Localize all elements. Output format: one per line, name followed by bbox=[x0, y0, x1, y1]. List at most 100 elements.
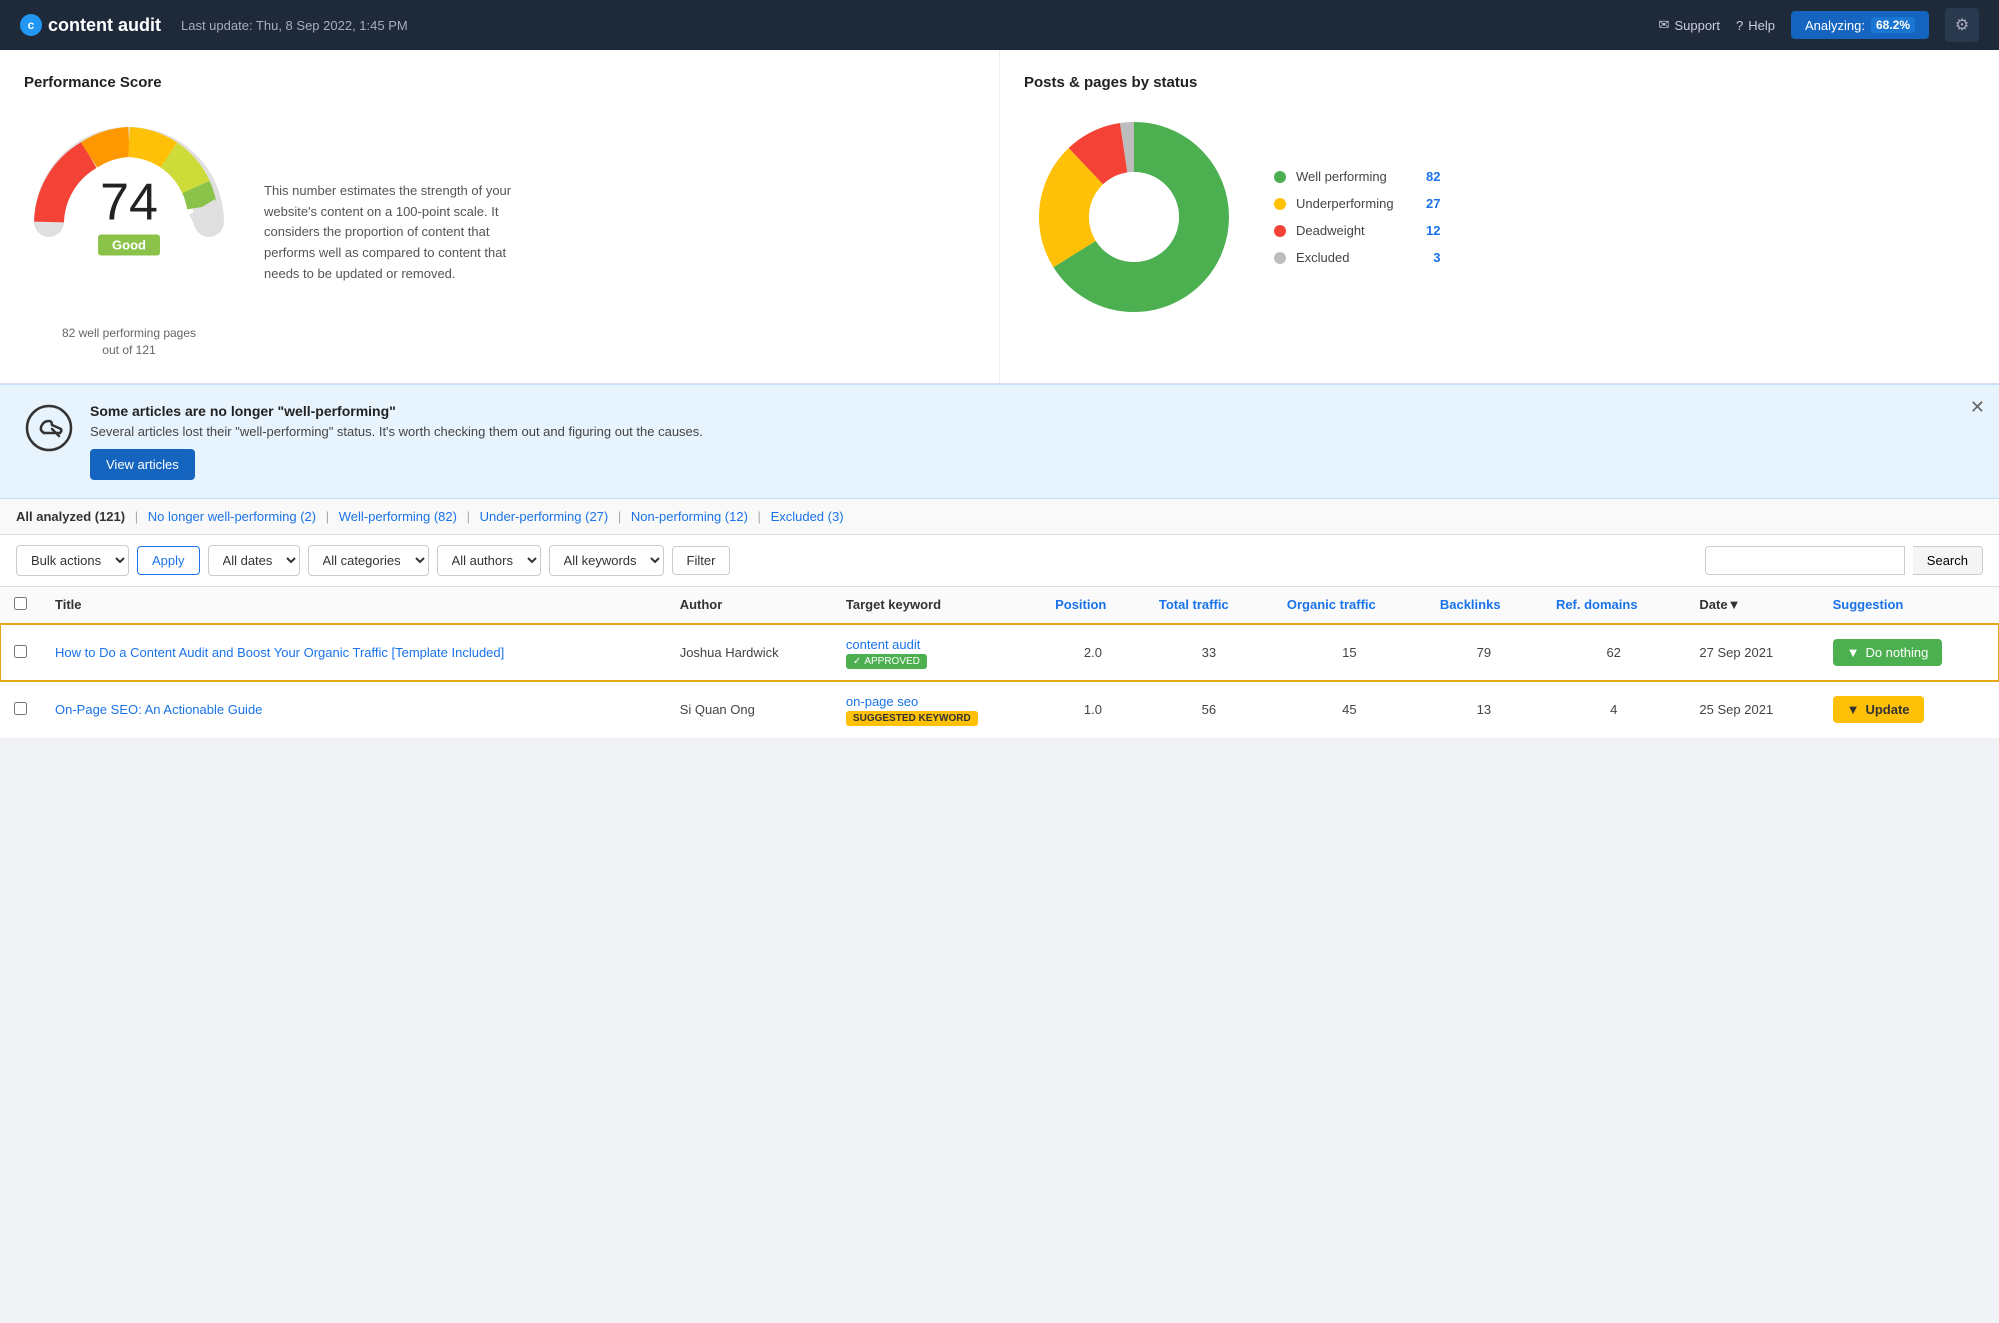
analyzing-button[interactable]: Analyzing: 68.2% bbox=[1791, 11, 1929, 39]
chevron-down-icon: ▼ bbox=[1847, 702, 1860, 717]
performance-score-title: Performance Score bbox=[24, 74, 975, 91]
all-authors-select[interactable]: All authors bbox=[437, 545, 541, 576]
table-row: On-Page SEO: An Actionable Guide Si Quan… bbox=[0, 681, 1999, 738]
header-position[interactable]: Position bbox=[1041, 587, 1145, 624]
update-button[interactable]: ▼ Update bbox=[1833, 696, 1924, 723]
do-nothing-label: Do nothing bbox=[1865, 645, 1928, 660]
header-total-traffic[interactable]: Total traffic bbox=[1145, 587, 1273, 624]
alert-description: Several articles lost their "well-perfor… bbox=[90, 424, 1975, 439]
row-total-traffic: 33 bbox=[1145, 624, 1273, 682]
gauge-subtitle: 82 well performing pagesout of 121 bbox=[24, 325, 234, 359]
select-all-checkbox[interactable] bbox=[14, 597, 27, 610]
header-organic-traffic[interactable]: Organic traffic bbox=[1273, 587, 1426, 624]
row-total-traffic: 56 bbox=[1145, 681, 1273, 738]
legend-count-excluded: 3 bbox=[1433, 250, 1440, 265]
row-organic-traffic: 15 bbox=[1273, 624, 1426, 682]
header-title: Title bbox=[41, 587, 666, 624]
row-backlinks: 13 bbox=[1426, 681, 1542, 738]
alert-close-button[interactable]: ✕ bbox=[1970, 397, 1985, 418]
tab-well-performing[interactable]: Well-performing (82) bbox=[339, 509, 457, 524]
legend-count-well-performing: 82 bbox=[1426, 169, 1440, 184]
row-ref-domains: 62 bbox=[1542, 624, 1685, 682]
article-title-link[interactable]: How to Do a Content Audit and Boost Your… bbox=[55, 645, 504, 660]
table-header-row: Title Author Target keyword Position Tot… bbox=[0, 587, 1999, 624]
support-link[interactable]: ✉ Support bbox=[1659, 17, 1720, 33]
legend-count-underperforming: 27 bbox=[1426, 196, 1440, 211]
article-title-link[interactable]: On-Page SEO: An Actionable Guide bbox=[55, 702, 262, 717]
row-checkbox[interactable] bbox=[14, 702, 27, 715]
all-keywords-select[interactable]: All keywords bbox=[549, 545, 664, 576]
search-button[interactable]: Search bbox=[1913, 546, 1983, 575]
all-categories-select[interactable]: All categories bbox=[308, 545, 429, 576]
bulk-actions-select[interactable]: Bulk actions bbox=[16, 545, 129, 576]
legend-count-deadweight: 12 bbox=[1426, 223, 1440, 238]
row-ref-domains: 4 bbox=[1542, 681, 1685, 738]
legend-label-deadweight: Deadweight bbox=[1296, 223, 1416, 238]
header-suggestion[interactable]: Suggestion bbox=[1819, 587, 1999, 624]
row-author: Joshua Hardwick bbox=[666, 624, 832, 682]
search-input[interactable] bbox=[1705, 546, 1905, 575]
header-author: Author bbox=[666, 587, 832, 624]
gauge-container: 74 Good bbox=[24, 107, 234, 317]
donut-chart bbox=[1024, 107, 1244, 327]
do-nothing-button[interactable]: ▼ Do nothing bbox=[1833, 639, 1943, 666]
performance-score-panel: Performance Score bbox=[0, 50, 999, 383]
header-date[interactable]: Date▼ bbox=[1685, 587, 1818, 624]
tab-all-analyzed[interactable]: All analyzed (121) bbox=[16, 509, 125, 524]
posts-by-status-panel: Posts & pages by status bbox=[1000, 50, 1999, 383]
all-dates-select[interactable]: All dates bbox=[208, 545, 300, 576]
tab-non-performing[interactable]: Non-performing (12) bbox=[631, 509, 748, 524]
tab-no-longer-well-performing[interactable]: No longer well-performing (2) bbox=[148, 509, 316, 524]
view-articles-button[interactable]: View articles bbox=[90, 449, 195, 480]
row-date: 25 Sep 2021 bbox=[1685, 681, 1818, 738]
table-container: Title Author Target keyword Position Tot… bbox=[0, 587, 1999, 739]
row-checkbox-cell bbox=[0, 624, 41, 682]
legend-item-underperforming: Underperforming 27 bbox=[1274, 196, 1440, 211]
help-link[interactable]: ? Help bbox=[1736, 18, 1775, 33]
header-ref-domains[interactable]: Ref. domains bbox=[1542, 587, 1685, 624]
header-checkbox-cell bbox=[0, 587, 41, 624]
articles-table: Title Author Target keyword Position Tot… bbox=[0, 587, 1999, 739]
badge-label: APPROVED bbox=[864, 656, 920, 667]
row-keyword: content audit ✓ APPROVED bbox=[832, 624, 1041, 682]
legend-dot-deadweight bbox=[1274, 225, 1286, 237]
row-title: On-Page SEO: An Actionable Guide bbox=[41, 681, 666, 738]
gauge-section: 74 Good 82 well performing pagesout of 1… bbox=[24, 107, 975, 359]
row-title: How to Do a Content Audit and Boost Your… bbox=[41, 624, 666, 682]
settings-button[interactable]: ⚙ bbox=[1945, 8, 1979, 42]
chart-legend: Well performing 82 Underperforming 27 De… bbox=[1274, 169, 1440, 265]
row-backlinks: 79 bbox=[1426, 624, 1542, 682]
question-icon: ? bbox=[1736, 18, 1743, 33]
legend-dot-underperforming bbox=[1274, 198, 1286, 210]
row-position: 2.0 bbox=[1041, 624, 1145, 682]
alert-banner: Some articles are no longer "well-perfor… bbox=[0, 384, 1999, 499]
keyword-link[interactable]: on-page seo bbox=[846, 694, 918, 709]
header-backlinks[interactable]: Backlinks bbox=[1426, 587, 1542, 624]
legend-dot-excluded bbox=[1274, 252, 1286, 264]
header-target-keyword: Target keyword bbox=[832, 587, 1041, 624]
score-number: 74 bbox=[98, 176, 160, 228]
row-author: Si Quan Ong bbox=[666, 681, 832, 738]
chevron-down-icon: ▼ bbox=[1847, 645, 1860, 660]
apply-button[interactable]: Apply bbox=[137, 546, 200, 575]
row-organic-traffic: 45 bbox=[1273, 681, 1426, 738]
alert-icon bbox=[24, 403, 74, 453]
envelope-icon: ✉ bbox=[1659, 17, 1670, 33]
donut-section: Well performing 82 Underperforming 27 De… bbox=[1024, 107, 1975, 327]
keyword-link[interactable]: content audit bbox=[846, 637, 920, 652]
toolbar: Bulk actions Apply All dates All categor… bbox=[0, 535, 1999, 587]
gear-icon: ⚙ bbox=[1955, 15, 1969, 35]
filter-button[interactable]: Filter bbox=[672, 546, 731, 575]
analyzing-label: Analyzing: bbox=[1805, 18, 1865, 33]
row-date: 27 Sep 2021 bbox=[1685, 624, 1818, 682]
legend-item-excluded: Excluded 3 bbox=[1274, 250, 1440, 265]
table-row: How to Do a Content Audit and Boost Your… bbox=[0, 624, 1999, 682]
row-checkbox[interactable] bbox=[14, 645, 27, 658]
keyword-badge-suggested: SUGGESTED KEYWORD bbox=[846, 711, 978, 726]
legend-dot-well-performing bbox=[1274, 171, 1286, 183]
header: c content audit Last update: Thu, 8 Sep … bbox=[0, 0, 1999, 50]
gauge-value: 74 Good bbox=[98, 176, 160, 255]
tab-under-performing[interactable]: Under-performing (27) bbox=[480, 509, 609, 524]
dashboard-panels: Performance Score bbox=[0, 50, 1999, 384]
tab-excluded[interactable]: Excluded (3) bbox=[771, 509, 844, 524]
